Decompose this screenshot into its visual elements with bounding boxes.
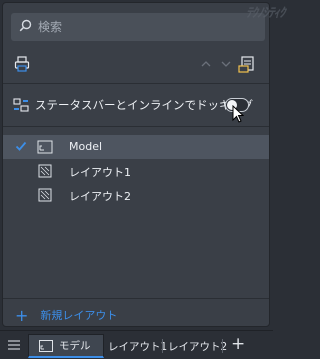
- new-layout-button[interactable]: + 新規レイアウト: [3, 303, 269, 326]
- dock-layout-icon: [13, 97, 29, 113]
- layout-item-label: Model: [69, 140, 103, 153]
- layout-panel: ステータスバーとインラインでドッキング Model: [2, 2, 270, 327]
- tab-separator: [162, 339, 163, 353]
- status-layout-tabs: モデル レイアウト1 レイアウト2 +: [0, 330, 273, 359]
- search-icon: [19, 19, 32, 35]
- mouse-cursor-icon: [232, 104, 245, 126]
- plus-icon: +: [15, 305, 29, 325]
- tab-label: レイアウト1: [108, 340, 168, 353]
- chevron-up-icon[interactable]: [199, 53, 213, 75]
- tab-model[interactable]: モデル: [28, 334, 104, 358]
- tab-separator: [222, 339, 223, 353]
- layout-sheet-icon: [37, 187, 53, 206]
- tab-label: レイアウト2: [168, 340, 228, 353]
- tab-layout2[interactable]: レイアウト2: [168, 334, 227, 358]
- model-space-icon: [39, 339, 53, 352]
- divider: [3, 126, 269, 127]
- watermark-logo: ﾃｸﾉｼﾃｨｸ: [244, 3, 316, 21]
- page-setup-icon[interactable]: [237, 53, 257, 75]
- layout-item-label: レイアウト2: [69, 190, 131, 203]
- hamburger-menu-icon[interactable]: [8, 340, 20, 353]
- layout-list: Model レイアウト1 レイアウト2: [3, 135, 269, 207]
- tab-label: モデル: [59, 340, 91, 352]
- divider: [3, 298, 269, 299]
- panel-toolbar: [3, 53, 269, 77]
- layout-sheet-icon: [37, 163, 53, 182]
- tab-layout1[interactable]: レイアウト1: [108, 334, 167, 358]
- layout-item-model[interactable]: Model: [3, 135, 269, 159]
- divider: [3, 83, 269, 84]
- new-layout-label: 新規レイアウト: [40, 309, 118, 322]
- layout-item-label: レイアウト1: [69, 166, 131, 179]
- printer-icon[interactable]: [13, 53, 31, 75]
- search-box[interactable]: [11, 13, 265, 41]
- dock-inline-row[interactable]: ステータスバーとインラインでドッキング: [3, 91, 269, 119]
- layout-item-layout1[interactable]: レイアウト1: [3, 159, 269, 183]
- add-layout-tab-button[interactable]: +: [231, 334, 245, 354]
- search-input[interactable]: [38, 20, 238, 34]
- svg-text:ﾃｸﾉｼﾃｨｸ: ﾃｸﾉｼﾃｨｸ: [246, 6, 288, 21]
- chevron-down-icon[interactable]: [219, 53, 233, 75]
- dock-inline-label: ステータスバーとインラインでドッキング: [35, 98, 254, 112]
- layout-item-layout2[interactable]: レイアウト2: [3, 183, 269, 207]
- checkmark-icon: [15, 140, 27, 155]
- model-space-icon: [37, 139, 53, 158]
